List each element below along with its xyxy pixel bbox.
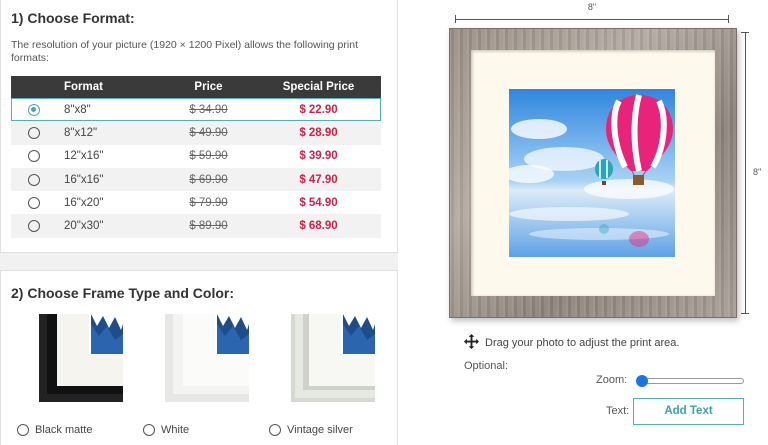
frame-thumb-black-matte[interactable] bbox=[11, 314, 123, 412]
format-special-price-cell: $ 22.90 bbox=[256, 98, 381, 122]
format-size: 16"x20" bbox=[64, 196, 104, 209]
drag-hint-text: Drag your photo to adjust the print area… bbox=[485, 336, 680, 349]
format-special-price: $ 68.90 bbox=[299, 220, 338, 233]
format-radio-cell[interactable] bbox=[11, 167, 56, 192]
format-radio[interactable] bbox=[27, 150, 40, 163]
format-section-title: 1) Choose Format: bbox=[11, 10, 135, 26]
width-dimension: 8" bbox=[455, 2, 729, 24]
frame-option-label-white[interactable]: White bbox=[143, 424, 190, 437]
format-radio-cell[interactable] bbox=[11, 145, 56, 168]
frame-radio-white[interactable] bbox=[143, 424, 155, 437]
frame-option-vintage-silver[interactable]: Vintage silver bbox=[263, 314, 375, 445]
format-price-cell: $ 49.90 bbox=[161, 121, 256, 145]
header-format: Format bbox=[56, 76, 161, 98]
format-price-cell: $ 89.90 bbox=[161, 214, 256, 238]
format-price-cell: $ 59.90 bbox=[161, 145, 256, 168]
height-dimension-line bbox=[745, 32, 746, 314]
format-price: $ 89.90 bbox=[189, 220, 228, 233]
format-table: Format Price Special Price 8"x8" $ 34.90 $… bbox=[11, 76, 381, 238]
format-radio-cell[interactable] bbox=[11, 121, 56, 145]
height-dimension: 8" bbox=[739, 32, 761, 314]
format-radio[interactable] bbox=[27, 220, 40, 233]
drag-hint: Drag your photo to adjust the print area… bbox=[464, 334, 679, 352]
move-icon bbox=[464, 334, 479, 352]
frame-option-label-vintage-silver[interactable]: Vintage silver bbox=[269, 424, 353, 437]
header-price: Price bbox=[161, 76, 256, 98]
format-special-price: $ 39.90 bbox=[299, 150, 338, 163]
header-radio-col bbox=[11, 76, 56, 98]
format-special-price-cell: $ 68.90 bbox=[256, 214, 381, 238]
zoom-slider-track[interactable] bbox=[638, 378, 744, 384]
frame-option-text: Vintage silver bbox=[287, 424, 353, 436]
zoom-label: Zoom: bbox=[596, 374, 628, 386]
format-radio[interactable] bbox=[27, 196, 40, 209]
format-radio[interactable] bbox=[27, 103, 40, 116]
format-radio[interactable] bbox=[27, 126, 40, 139]
height-tick-bottom bbox=[741, 313, 749, 314]
format-special-price-cell: $ 28.90 bbox=[256, 121, 381, 145]
format-special-price: $ 47.90 bbox=[299, 173, 338, 186]
format-special-price: $ 22.90 bbox=[299, 103, 338, 116]
frame-option-text: Black matte bbox=[35, 424, 93, 436]
optional-label: Optional: bbox=[464, 360, 509, 372]
format-size: 8"x8" bbox=[56, 98, 161, 122]
format-special-price-cell: $ 47.90 bbox=[256, 167, 381, 192]
format-price-cell: $ 34.90 bbox=[161, 98, 256, 122]
format-radio-cell[interactable] bbox=[11, 214, 56, 238]
format-size: 12"x16" bbox=[64, 150, 104, 163]
width-dimension-label: 8" bbox=[587, 2, 597, 12]
height-dimension-label: 8" bbox=[753, 167, 762, 177]
format-row[interactable]: 12"x16" $ 59.90 $ 39.90 bbox=[11, 145, 381, 168]
format-special-price-cell: $ 54.90 bbox=[256, 191, 381, 214]
format-price-cell: $ 79.90 bbox=[161, 191, 256, 214]
format-radio-cell[interactable] bbox=[11, 191, 56, 214]
text-label: Text: bbox=[606, 405, 630, 417]
format-row[interactable]: 16"x20" $ 79.90 $ 54.90 bbox=[11, 191, 381, 214]
format-radio-cell[interactable] bbox=[11, 98, 56, 122]
format-size: 16"x16" bbox=[56, 167, 161, 192]
format-special-price-cell: $ 39.90 bbox=[256, 145, 381, 168]
frame-option-label-black-matte[interactable]: Black matte bbox=[17, 424, 93, 437]
frame-preview bbox=[449, 28, 737, 318]
frame-section-title: 2) Choose Frame Type and Color: bbox=[11, 285, 234, 301]
format-price-cell: $ 69.90 bbox=[161, 167, 256, 192]
format-radio[interactable] bbox=[27, 173, 40, 186]
width-tick-left bbox=[455, 15, 456, 23]
add-text-button[interactable]: Add Text bbox=[633, 398, 744, 425]
frame-thumb-white[interactable] bbox=[137, 314, 249, 412]
format-special-price: $ 28.90 bbox=[299, 126, 338, 139]
format-price: $ 59.90 bbox=[189, 150, 228, 163]
format-row[interactable]: 20"x30" $ 89.90 $ 68.90 bbox=[11, 214, 381, 238]
frame-option-white[interactable]: White bbox=[137, 314, 249, 445]
format-row[interactable]: 16"x16" $ 69.90 $ 47.90 bbox=[11, 167, 381, 192]
format-special-price: $ 54.90 bbox=[299, 196, 338, 209]
format-price: $ 69.90 bbox=[189, 173, 228, 186]
frame-option-black-matte[interactable]: Black matte bbox=[11, 314, 123, 445]
format-description: The resolution of your picture (1920 × 1… bbox=[11, 39, 358, 64]
frame-panel: 2) Choose Frame Type and Color: Black ma… bbox=[0, 270, 398, 445]
frame-option-text: White bbox=[161, 424, 190, 436]
format-size: 20"x30" bbox=[56, 214, 161, 238]
passepartout-mat bbox=[471, 50, 715, 296]
frame-radio-black-matte[interactable] bbox=[17, 424, 29, 437]
frame-radio-vintage-silver[interactable] bbox=[269, 424, 281, 437]
width-tick-right bbox=[728, 15, 729, 23]
format-price: $ 79.90 bbox=[189, 196, 228, 209]
zoom-slider-thumb[interactable] bbox=[636, 375, 648, 387]
format-table-header: Format Price Special Price bbox=[11, 76, 381, 98]
format-row[interactable]: 8"x12" $ 49.90 $ 28.90 bbox=[11, 121, 381, 145]
format-size: 8"x12" bbox=[56, 121, 161, 145]
frame-thumb-vintage-silver[interactable] bbox=[263, 314, 375, 412]
format-row[interactable]: 8"x8" $ 34.90 $ 22.90 bbox=[11, 98, 381, 122]
format-price: $ 49.90 bbox=[189, 126, 228, 139]
photo-preview[interactable] bbox=[509, 89, 675, 257]
height-tick-top bbox=[741, 32, 749, 33]
format-panel: 1) Choose Format: The resolution of your… bbox=[0, 0, 398, 253]
header-special-price: Special Price bbox=[256, 76, 381, 98]
width-dimension-line bbox=[455, 19, 729, 20]
format-price: $ 34.90 bbox=[189, 103, 228, 116]
